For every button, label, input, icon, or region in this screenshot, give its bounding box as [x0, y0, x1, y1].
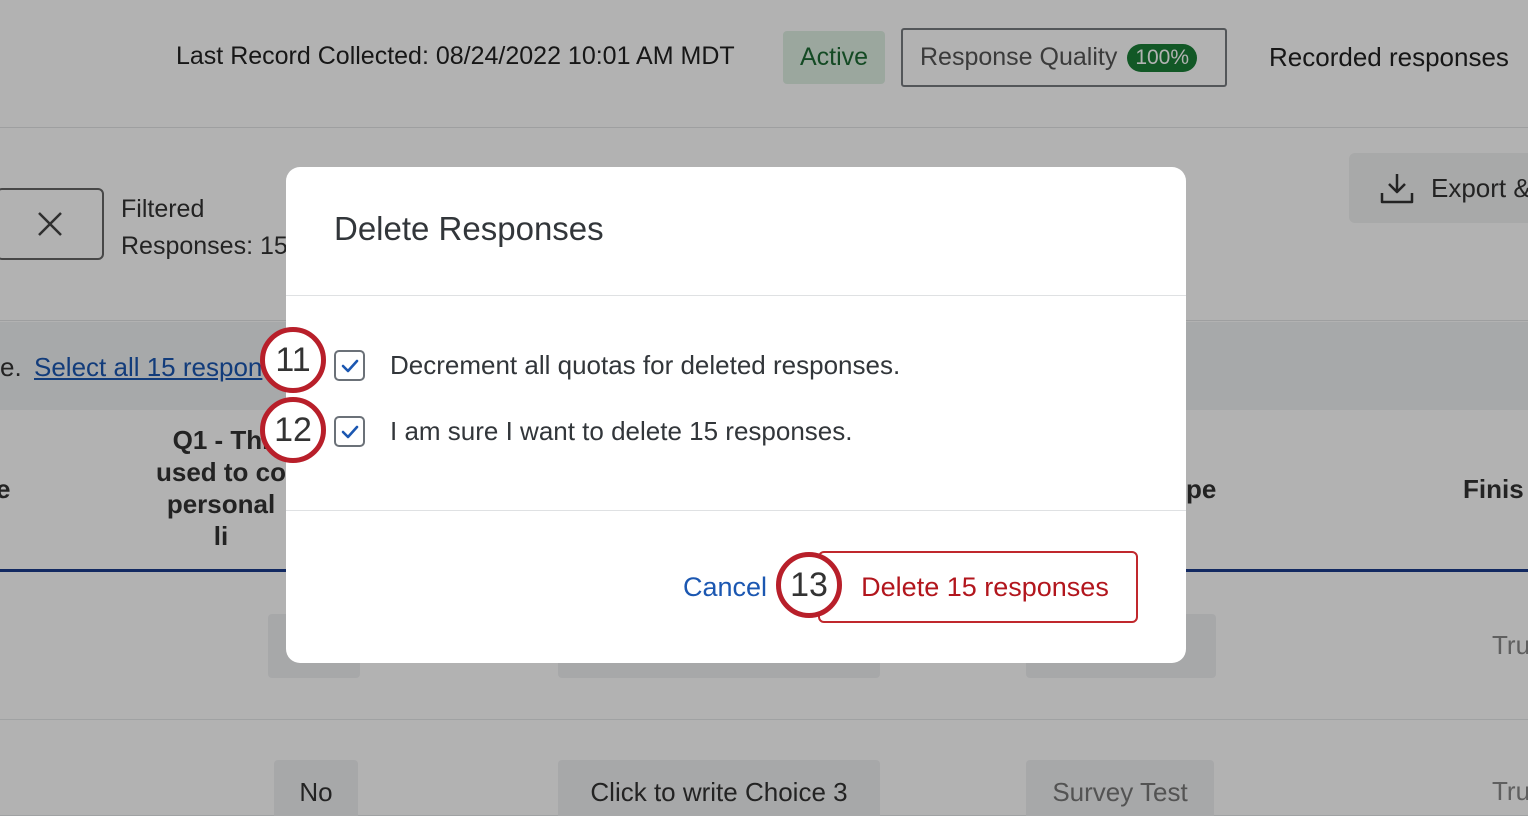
dialog-title: Delete Responses [334, 210, 604, 247]
confirm-delete-checkbox[interactable] [334, 416, 365, 447]
divider [286, 510, 1186, 511]
delete-responses-button[interactable]: Delete 15 responses [818, 551, 1138, 623]
step-marker-11: 11 [260, 327, 326, 393]
cancel-button[interactable]: Cancel [670, 565, 780, 609]
step-marker-13: 13 [776, 552, 842, 618]
step-marker-12: 12 [260, 397, 326, 463]
divider [286, 295, 1186, 296]
check-icon [341, 359, 358, 372]
decrement-quotas-checkbox[interactable] [334, 350, 365, 381]
confirm-delete-label[interactable]: I am sure I want to delete 15 responses. [390, 416, 852, 447]
check-icon [341, 425, 358, 438]
decrement-quotas-label[interactable]: Decrement all quotas for deleted respons… [390, 350, 900, 381]
